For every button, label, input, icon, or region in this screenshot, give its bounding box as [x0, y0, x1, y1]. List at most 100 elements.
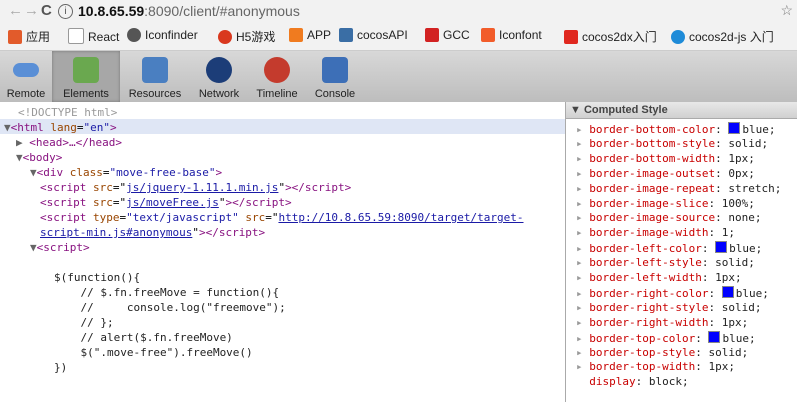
- script-node-target-cont[interactable]: script-min.js#anonymous"></script>: [40, 225, 265, 240]
- computed-style-row[interactable]: display: block;: [576, 375, 688, 389]
- color-swatch[interactable]: [708, 330, 721, 343]
- body-node[interactable]: ▼<body>: [16, 150, 62, 165]
- script-src-link[interactable]: js/jquery-1.11.1.min.js: [126, 181, 278, 194]
- row-triangle-icon[interactable]: ▸: [576, 182, 589, 195]
- script-src-link[interactable]: http://10.8.65.59:8090/target/target-: [278, 211, 523, 224]
- bookmark-star-icon[interactable]: ☆: [780, 2, 793, 19]
- collapse-triangle-icon[interactable]: ▶: [16, 136, 23, 149]
- bookmark-gcc[interactable]: GCC: [425, 28, 470, 42]
- bookmark-iconfinder[interactable]: Iconfinder: [127, 28, 198, 42]
- computed-style-row[interactable]: ▸ border-left-color: blue;: [576, 241, 762, 255]
- computed-style-row[interactable]: ▸ border-right-color: blue;: [576, 285, 769, 300]
- computed-style-row[interactable]: ▸ border-right-style: solid;: [576, 301, 761, 315]
- computed-style-row[interactable]: ▸ border-left-style: solid;: [576, 256, 755, 270]
- bookmark-iconfont[interactable]: Iconfont: [481, 28, 542, 42]
- tab-remote[interactable]: Remote: [0, 51, 52, 102]
- computed-style-row[interactable]: ▸ border-top-style: solid;: [576, 346, 748, 360]
- css-property-name: border-bottom-style: [589, 136, 716, 150]
- doctype-node[interactable]: <!DOCTYPE html>: [18, 105, 117, 120]
- computed-style-row[interactable]: ▸ border-left-width: 1px;: [576, 271, 742, 285]
- computed-style-header[interactable]: ▼ Computed Style: [566, 102, 797, 119]
- color-swatch[interactable]: [728, 122, 741, 134]
- row-triangle-icon[interactable]: ▸: [576, 360, 589, 373]
- network-icon: [206, 57, 232, 83]
- bookmark-react[interactable]: React: [68, 28, 119, 44]
- code-line: $(".move-free").freeMove(): [54, 346, 253, 359]
- row-triangle-icon[interactable]: ▸: [576, 167, 589, 180]
- row-triangle-icon[interactable]: ▸: [576, 301, 589, 314]
- computed-style-row[interactable]: ▸ border-top-color: blue;: [576, 330, 756, 345]
- expand-triangle-icon[interactable]: ▼: [4, 121, 11, 134]
- bookmark-cocosapi[interactable]: cocosAPI: [339, 28, 408, 42]
- row-triangle-icon[interactable]: ▸: [576, 211, 589, 224]
- url-field[interactable]: 10.8.65.59:8090/client/#anonymous: [78, 3, 300, 19]
- css-property-value: 0px;: [728, 166, 755, 180]
- inline-script-node[interactable]: ▼<script>: [30, 240, 90, 255]
- expand-triangle-icon[interactable]: ▼: [30, 166, 37, 179]
- computed-style-row[interactable]: ▸ border-bottom-color: blue;: [576, 122, 775, 136]
- computed-style-row[interactable]: ▸ border-top-width: 1px;: [576, 360, 735, 374]
- row-triangle-icon[interactable]: ▸: [576, 346, 589, 359]
- color-swatch[interactable]: [721, 285, 734, 298]
- color-swatch[interactable]: [715, 241, 728, 254]
- row-triangle-icon[interactable]: ▸: [576, 242, 589, 255]
- script-src-link[interactable]: js/moveFree.js: [126, 196, 219, 209]
- info-icon[interactable]: i: [58, 4, 73, 19]
- computed-style-row[interactable]: ▸ border-bottom-width: 1px;: [576, 152, 755, 166]
- row-triangle-icon[interactable]: ▸: [576, 332, 589, 345]
- script-node-jquery[interactable]: <script src="js/jquery-1.11.1.min.js"></…: [40, 180, 351, 195]
- row-triangle-icon[interactable]: ▸: [576, 256, 589, 269]
- css-property-value: solid;: [728, 136, 769, 150]
- computed-style-row[interactable]: ▸ border-image-slice: 100%;: [576, 197, 755, 211]
- computed-style-row[interactable]: ▸ border-image-source: none;: [576, 211, 761, 225]
- row-triangle-icon[interactable]: ▸: [576, 197, 589, 210]
- cocosapi-icon: [339, 28, 353, 42]
- row-triangle-icon[interactable]: ▸: [576, 123, 589, 136]
- forward-icon[interactable]: →: [24, 2, 39, 19]
- tab-resources[interactable]: Resources: [120, 51, 190, 102]
- tab-elements[interactable]: Elements: [52, 51, 120, 102]
- css-property-name: border-left-width: [589, 271, 702, 284]
- bookmark-cocos2djs[interactable]: cocos2d-js 入门: [671, 28, 774, 45]
- code-line: // alert($.fn.freeMove): [54, 331, 233, 344]
- script-src-link[interactable]: script-min.js#anonymous: [40, 226, 192, 239]
- row-triangle-icon[interactable]: ▸: [576, 137, 589, 150]
- row-triangle-icon[interactable]: ▸: [576, 271, 589, 284]
- expand-triangle-icon[interactable]: ▼: [16, 151, 23, 164]
- tab-timeline[interactable]: Timeline: [248, 51, 306, 102]
- devtools-toolbar: Remote Elements Resources Network Timeli…: [0, 51, 797, 103]
- bookmark-h5game[interactable]: H5游戏: [218, 28, 275, 45]
- css-property-value: 100%;: [721, 196, 755, 210]
- html-node[interactable]: ▼<html lang="en">: [4, 120, 117, 135]
- computed-style-row[interactable]: ▸ border-bottom-style: solid;: [576, 137, 768, 151]
- row-triangle-icon[interactable]: ▸: [576, 316, 589, 329]
- css-property-value: 1px;: [728, 151, 755, 165]
- row-triangle-icon[interactable]: ▸: [576, 287, 589, 300]
- script-node-movefree[interactable]: <script src="js/moveFree.js"></script>: [40, 195, 292, 210]
- css-property-name: border-top-width: [589, 360, 696, 374]
- tab-console[interactable]: Console: [306, 51, 364, 102]
- computed-style-row[interactable]: ▸ border-image-width: 1;: [576, 226, 735, 240]
- computed-style-row[interactable]: ▸ border-image-repeat: stretch;: [576, 182, 781, 196]
- row-triangle-icon[interactable]: [576, 375, 589, 388]
- css-property-name: border-image-source: [589, 211, 716, 225]
- apps-icon: [8, 30, 22, 44]
- expand-triangle-icon[interactable]: ▼: [30, 241, 37, 254]
- row-triangle-icon[interactable]: ▸: [576, 226, 589, 239]
- div-node[interactable]: ▼<div class="move-free-base">: [30, 165, 222, 180]
- script-node-target[interactable]: <script type="text/javascript" src="http…: [40, 210, 524, 225]
- reload-icon[interactable]: C: [41, 2, 52, 19]
- computed-style-pane: ▼ Computed Style ▸ border-bottom-color: …: [566, 102, 797, 402]
- back-icon[interactable]: ←: [8, 2, 23, 19]
- head-node[interactable]: ▶ <head>…</head>: [16, 135, 122, 150]
- elements-panel: <!DOCTYPE html> ▼<html lang="en"> ▶ <hea…: [0, 102, 565, 402]
- bookmarks-bar: 应用 React Iconfinder H5游戏 APP cocosAPI GC…: [0, 24, 797, 51]
- tab-network[interactable]: Network: [190, 51, 248, 102]
- row-triangle-icon[interactable]: ▸: [576, 152, 589, 165]
- computed-style-row[interactable]: ▸ border-image-outset: 0px;: [576, 167, 755, 181]
- bookmark-cocos2dx[interactable]: cocos2dx入门: [564, 28, 657, 45]
- bookmark-app[interactable]: APP: [289, 28, 331, 42]
- css-property-name: border-image-width: [589, 226, 709, 240]
- bookmark-apps[interactable]: 应用: [8, 28, 50, 45]
- computed-style-row[interactable]: ▸ border-right-width: 1px;: [576, 316, 748, 330]
